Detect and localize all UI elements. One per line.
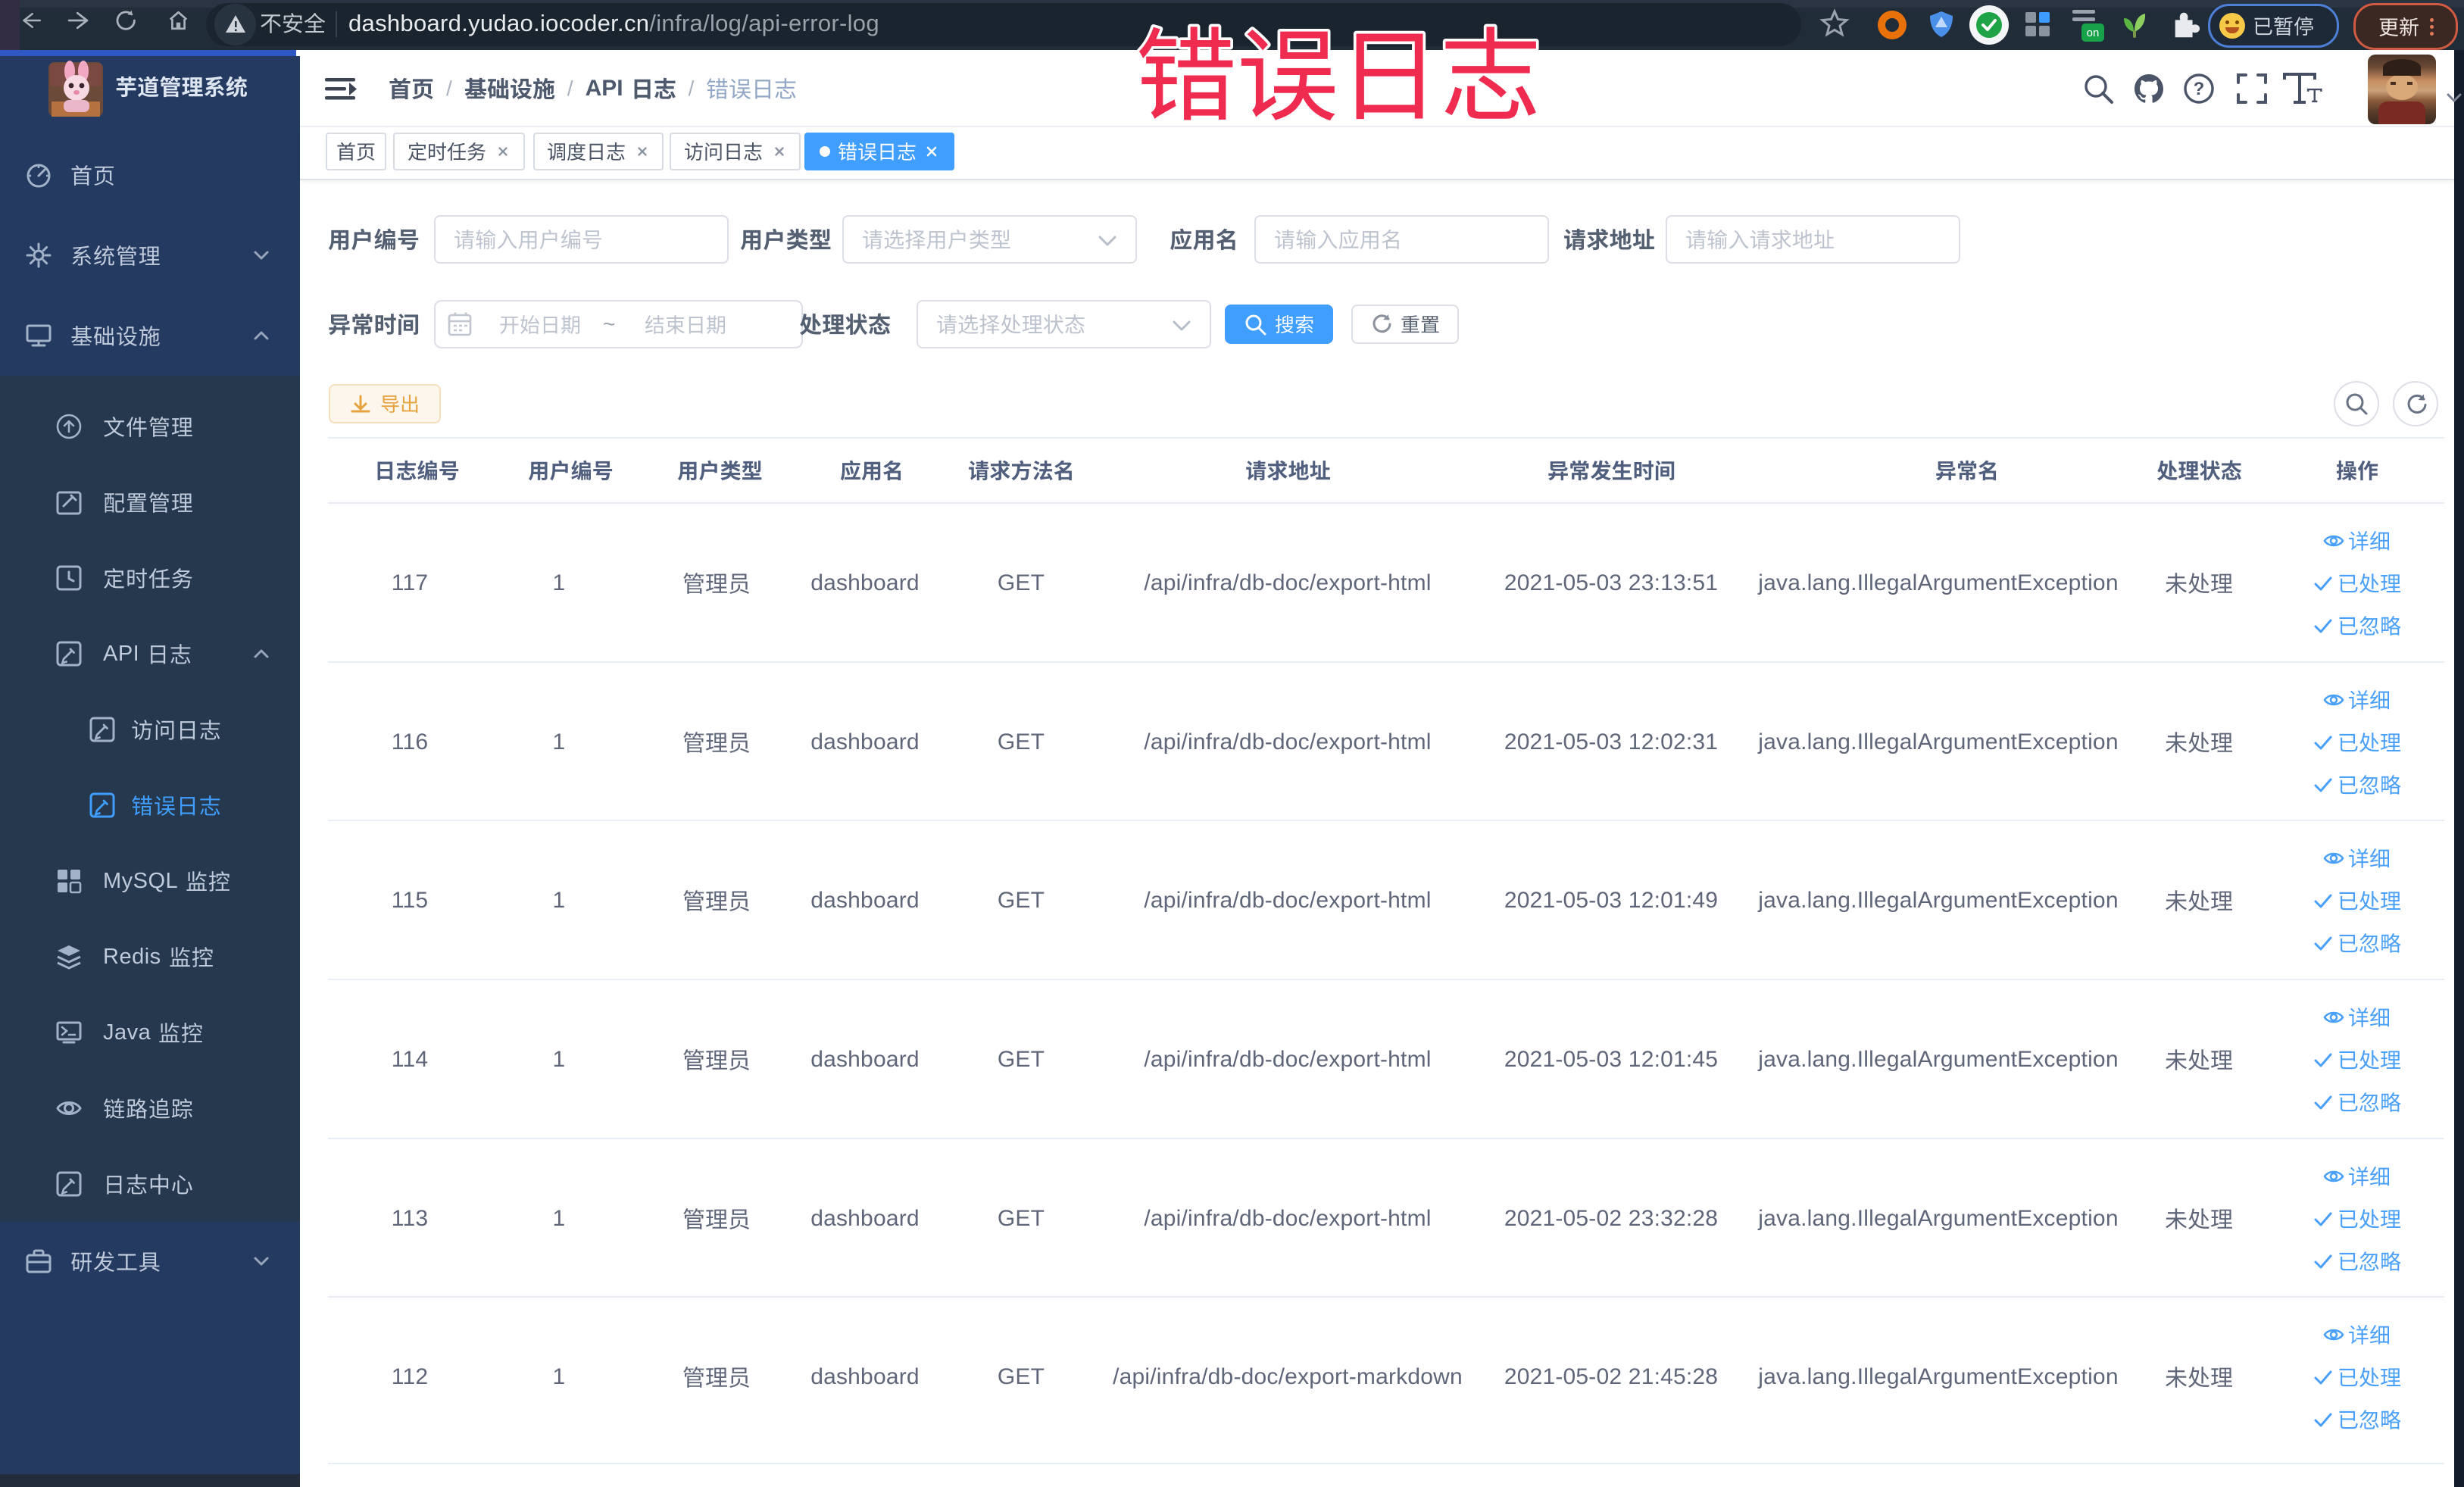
svg-text:on: on	[2087, 27, 2100, 39]
svg-text:?: ?	[2194, 79, 2205, 99]
